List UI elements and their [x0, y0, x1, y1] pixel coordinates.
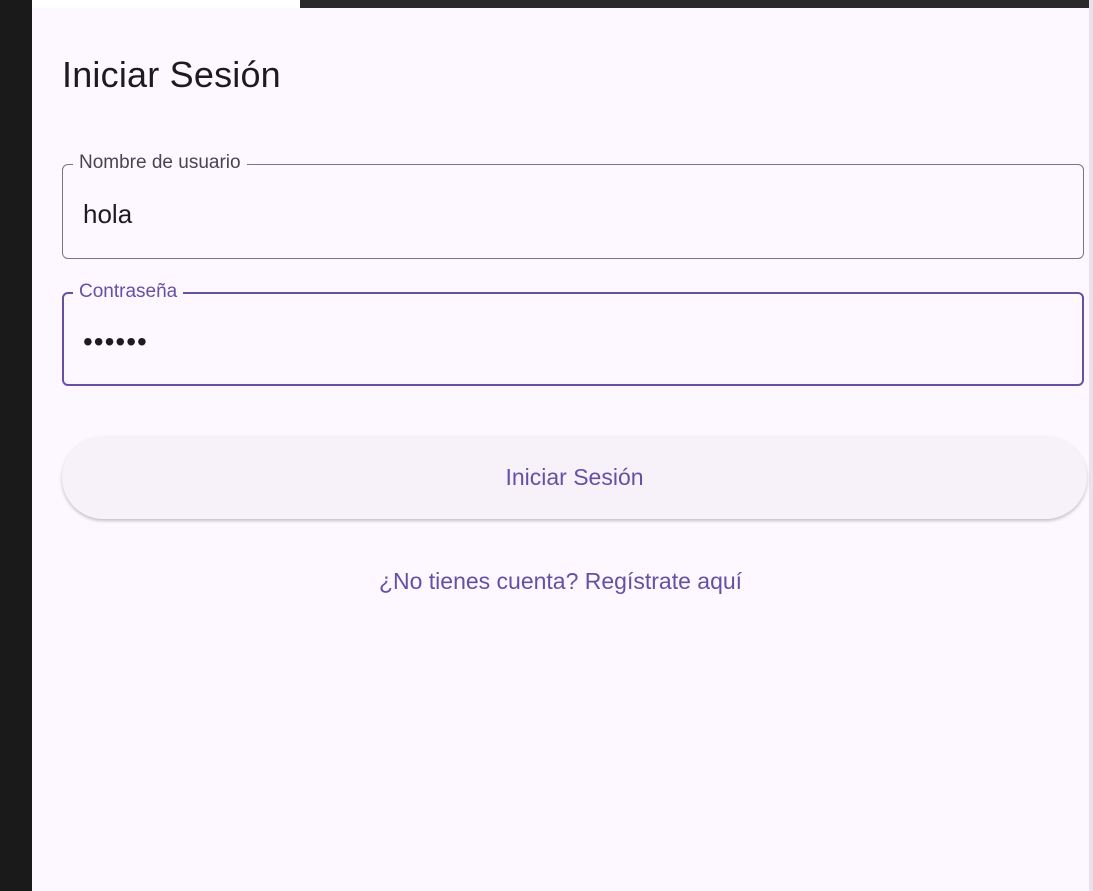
password-input[interactable]: ••••••	[83, 326, 1043, 358]
login-button[interactable]: Iniciar Sesión	[62, 436, 1087, 519]
username-field[interactable]: Nombre de usuario	[62, 152, 1084, 259]
password-field[interactable]: Contraseña ••••••	[62, 281, 1084, 386]
username-label: Nombre de usuario	[73, 152, 247, 174]
page-title: Iniciar Sesión	[62, 54, 281, 95]
device-frame-left	[0, 0, 32, 891]
login-screen: Iniciar Sesión Nombre de usuario Contras…	[32, 8, 1089, 891]
username-input[interactable]	[83, 199, 1043, 230]
password-label: Contraseña	[73, 281, 184, 303]
register-link[interactable]: ¿No tienes cuenta? Regístrate aquí	[32, 568, 1089, 595]
device-frame-top-highlight	[32, 0, 300, 8]
device-frame-right	[1089, 0, 1093, 891]
